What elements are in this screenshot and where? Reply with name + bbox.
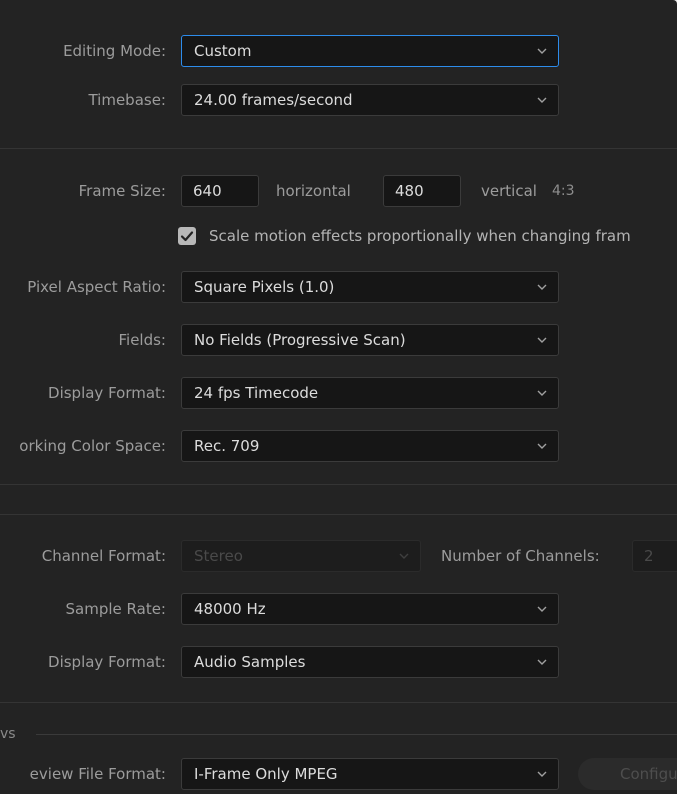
sequence-settings-panel: Editing Mode: Custom Timebase: 24.00 fra… <box>0 0 677 794</box>
sample-rate-dropdown[interactable]: 48000 Hz <box>181 593 559 625</box>
section-divider <box>0 702 677 703</box>
sample-rate-value: 48000 Hz <box>194 600 266 618</box>
num-channels-value: 2 <box>644 547 654 565</box>
channel-format-dropdown[interactable]: Stereo <box>181 540 421 572</box>
channel-format-value: Stereo <box>194 547 243 565</box>
frame-height-input[interactable]: 480 <box>383 175 461 207</box>
chevron-down-icon <box>537 771 547 777</box>
pixel-aspect-value: Square Pixels (1.0) <box>194 278 335 296</box>
timebase-label: Timebase: <box>88 91 166 109</box>
video-display-format-value: 24 fps Timecode <box>194 384 319 402</box>
video-display-format-label: Display Format: <box>48 384 166 402</box>
color-space-value: Rec. 709 <box>194 437 260 455</box>
chevron-down-icon <box>537 606 547 612</box>
section-divider <box>0 514 677 515</box>
fields-value: No Fields (Progressive Scan) <box>194 331 406 349</box>
preview-file-format-label: eview File Format: <box>29 765 166 783</box>
editing-mode-dropdown[interactable]: Custom <box>181 35 559 67</box>
scale-motion-checkbox[interactable] <box>178 227 196 245</box>
chevron-down-icon <box>537 284 547 290</box>
chevron-down-icon <box>537 337 547 343</box>
chevron-down-icon <box>537 97 547 103</box>
checkmark-icon <box>180 231 194 242</box>
chevron-down-icon <box>537 659 547 665</box>
channel-format-label: Channel Format: <box>41 547 166 565</box>
chevron-down-icon <box>537 390 547 396</box>
video-display-format-dropdown[interactable]: 24 fps Timecode <box>181 377 559 409</box>
num-channels-label: Number of Channels: <box>441 547 600 565</box>
preview-file-format-value: I-Frame Only MPEG <box>194 765 338 783</box>
chevron-down-icon <box>537 443 547 449</box>
timebase-dropdown[interactable]: 24.00 frames/second <box>181 84 559 116</box>
audio-display-format-label: Display Format: <box>48 653 166 671</box>
color-space-label: orking Color Space: <box>19 437 166 455</box>
timebase-value: 24.00 frames/second <box>194 91 353 109</box>
scale-motion-label: Scale motion effects proportionally when… <box>209 227 631 245</box>
frame-width-value: 640 <box>193 182 222 200</box>
horizontal-label: horizontal <box>276 182 351 200</box>
pixel-aspect-dropdown[interactable]: Square Pixels (1.0) <box>181 271 559 303</box>
audio-display-format-dropdown[interactable]: Audio Samples <box>181 646 559 678</box>
chevron-down-icon <box>537 48 547 54</box>
frame-size-label: Frame Size: <box>78 182 166 200</box>
previews-header-rule <box>36 734 677 735</box>
sample-rate-label: Sample Rate: <box>65 600 166 618</box>
editing-mode-value: Custom <box>194 42 252 60</box>
editing-mode-label: Editing Mode: <box>63 42 166 60</box>
vertical-label: vertical <box>481 182 537 200</box>
color-space-dropdown[interactable]: Rec. 709 <box>181 430 559 462</box>
configure-button-label: Configu <box>620 765 677 783</box>
num-channels-input[interactable]: 2 <box>632 540 677 572</box>
fields-label: Fields: <box>118 331 167 349</box>
configure-button[interactable]: Configu <box>578 758 677 790</box>
pixel-aspect-label: Pixel Aspect Ratio: <box>27 278 166 296</box>
frame-height-value: 480 <box>395 182 424 200</box>
aspect-ratio-text: 4:3 <box>552 183 575 199</box>
audio-display-format-value: Audio Samples <box>194 653 306 671</box>
section-divider <box>0 148 677 149</box>
previews-section-label: vs <box>0 726 16 742</box>
preview-file-format-dropdown[interactable]: I-Frame Only MPEG <box>181 758 559 790</box>
chevron-down-icon <box>399 553 409 559</box>
section-divider <box>0 484 677 485</box>
fields-dropdown[interactable]: No Fields (Progressive Scan) <box>181 324 559 356</box>
frame-width-input[interactable]: 640 <box>181 175 259 207</box>
